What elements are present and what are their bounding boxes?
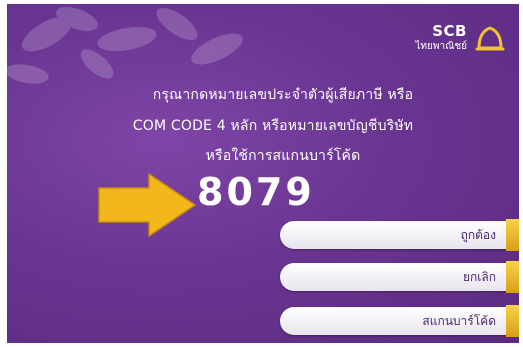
arrow-right-icon	[98, 173, 196, 237]
atm-screen: SCB ไทยพาณิชย์ กรุณากดหมายเลขประจำตัวผู้…	[7, 4, 519, 343]
scan-barcode-button-tab[interactable]	[506, 305, 519, 337]
cancel-button-label: ยกเลิก	[462, 270, 496, 284]
instruction-line-3: หรือใช้การสแกนบาร์โค้ด	[205, 148, 361, 164]
cancel-button[interactable]: ยกเลิก	[280, 261, 519, 293]
scb-logo-icon	[475, 26, 505, 51]
brand-subname: ไทยพาณิชย์	[415, 41, 467, 52]
confirm-button-label: ถูกต้อง	[460, 228, 496, 242]
entered-code-display: 8079	[197, 170, 315, 214]
scan-barcode-button[interactable]: สแกนบาร์โค้ด	[280, 305, 519, 337]
scb-logo: SCB ไทยพาณิชย์	[395, 22, 505, 54]
confirm-button-tab[interactable]	[506, 219, 519, 251]
scan-barcode-button-label: สแกนบาร์โค้ด	[422, 314, 496, 328]
confirm-button[interactable]: ถูกต้อง	[280, 219, 519, 251]
instruction-line-2: COM CODE 4 หลัก หรือหมายเลขบัญชีบริษัท	[132, 118, 414, 134]
cancel-button-tab[interactable]	[506, 261, 519, 293]
brand-name: SCB	[432, 22, 467, 40]
background-flower-pattern	[7, 6, 243, 84]
instruction-line-1: กรุณากดหมายเลขประจำตัวผู้เสียภาษี หรือ	[152, 87, 414, 103]
